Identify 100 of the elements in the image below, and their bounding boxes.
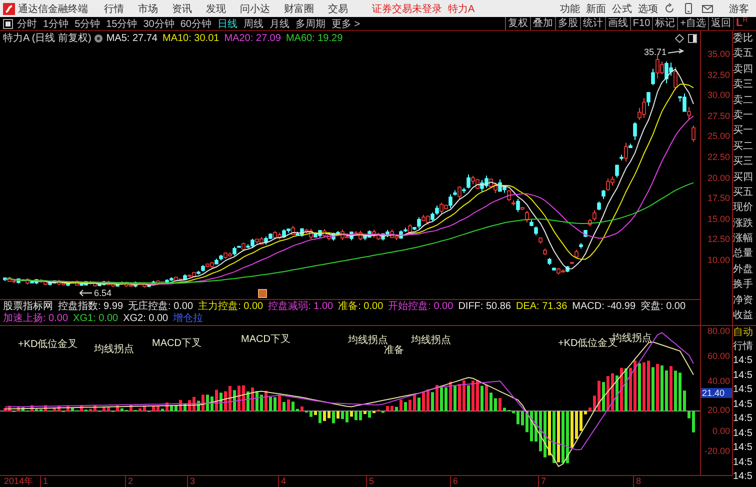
quote-label: 卖五 — [733, 46, 754, 62]
quote-label: 卖三 — [733, 78, 754, 92]
quote-label: 买四 — [733, 170, 754, 185]
indicator-value: 加速上扬: 0.00 — [3, 313, 68, 325]
signal-label: MACD下叉 — [241, 334, 290, 345]
quote-label: 现价 — [733, 201, 754, 216]
price-label: 6.54 — [94, 288, 112, 298]
indicator-value: MACD: -40.99 — [572, 301, 636, 313]
axis-label: -20.00 — [704, 446, 730, 456]
indicator-value: 突盘: 0.00 — [640, 301, 686, 313]
period-tab[interactable]: 1分钟 — [43, 16, 69, 30]
indicator-value: 准备: 0.00 — [338, 301, 384, 313]
menu-item[interactable]: 功能 — [560, 2, 580, 16]
menu-item[interactable]: 财富圈 — [284, 2, 314, 16]
date-label: 1 — [40, 476, 48, 487]
chart-tool-button[interactable]: F10 — [630, 17, 652, 30]
axis-label: 20.00 — [707, 405, 730, 415]
indicator-value: 主力控盘: 0.00 — [198, 301, 264, 313]
chart-tool-button[interactable]: 复权 — [504, 17, 530, 30]
period-tab[interactable]: 周线 — [244, 16, 264, 30]
menu-item[interactable]: 公式 — [612, 2, 632, 16]
login-notice[interactable]: 证券交易未登录 — [372, 2, 442, 16]
axis-label: 20.00 — [707, 172, 730, 183]
indicator-value: 控盘减弱: 1.00 — [268, 301, 334, 313]
menu-item[interactable]: 资讯 — [172, 2, 192, 16]
chart-tool-button[interactable]: 多股 — [554, 17, 580, 30]
date-label: 6 — [450, 476, 458, 487]
indicator-value: 控盘指数: 9.99 — [58, 301, 124, 313]
quote-label: 买三 — [733, 155, 754, 170]
chart-tool-button[interactable]: 统计 — [580, 17, 605, 30]
period-tab[interactable]: 多周期 — [296, 16, 326, 30]
date-label: 7 — [538, 476, 546, 487]
date-label: 2 — [125, 476, 134, 487]
signal-label: 均线拐点 — [411, 335, 451, 346]
period-tab[interactable]: 更多 > — [332, 16, 360, 30]
trade-time: 14:5 — [733, 441, 754, 455]
quote-label: 收益 — [733, 309, 754, 324]
period-tab[interactable]: 分时 — [17, 16, 37, 30]
axis-label: 17.50 — [707, 193, 730, 204]
stock-title: 特力A (日线 前复权) — [3, 32, 92, 45]
period-tab[interactable]: 60分钟 — [180, 16, 212, 30]
moving-average-value: MA20: 27.09 — [224, 32, 281, 44]
period-tab[interactable]: 日线 — [218, 16, 238, 30]
date-label: 3 — [187, 476, 196, 487]
chart-tool-button[interactable]: 标记 — [652, 17, 678, 30]
axis-label: 15.00 — [707, 214, 730, 224]
date-label: 5 — [366, 476, 374, 487]
trade-time: 14:5 — [733, 412, 754, 426]
indicator-value: XG2: 0.00 — [123, 313, 168, 325]
menu-item[interactable]: 行情 — [104, 2, 124, 16]
indicator-value: 开始控盘: 0.00 — [388, 301, 454, 313]
axis-label: 22.50 — [707, 152, 730, 162]
axis-label: 80.00 — [707, 326, 730, 336]
stock-name: 特力A — [448, 2, 475, 16]
trade-time: 14:5 — [733, 398, 754, 412]
quote-label: 委比 — [733, 32, 754, 46]
period-tab[interactable]: 月线 — [270, 16, 290, 30]
axis-label: 60.00 — [707, 351, 730, 361]
signal-label: MACD下叉 — [152, 338, 202, 349]
trade-time: 14:5 — [733, 383, 754, 397]
period-tab[interactable]: 15分钟 — [106, 16, 138, 30]
indicator-value: DEA: 71.36 — [516, 301, 568, 313]
trade-time: 14:5 — [733, 354, 754, 368]
user-name[interactable]: 游客 — [729, 2, 749, 16]
axis-label: 30.00 — [707, 90, 730, 100]
menu-item[interactable]: 市场 — [138, 2, 158, 16]
indicator-value: 增仓拉 — [173, 313, 204, 325]
quote-label: 换手 — [733, 278, 754, 292]
period-tab[interactable]: 5分钟 — [74, 16, 100, 30]
trade-time: 14:5 — [733, 470, 754, 484]
menu-item[interactable]: 选项 — [638, 2, 658, 16]
quote-label: 卖四 — [733, 62, 754, 77]
signal-label: 均线拐点 — [348, 335, 388, 346]
chart-tool-button[interactable]: +自选 — [677, 17, 708, 30]
axis-label: 25.00 — [707, 131, 730, 142]
menu-item[interactable]: 交易 — [328, 2, 348, 16]
period-tab[interactable]: 30分钟 — [143, 16, 174, 30]
app-name: 通达信金融终端 — [18, 2, 88, 16]
chart-tool-button[interactable]: 返回 — [708, 17, 733, 30]
indicator-value: DIFF: 50.86 — [458, 301, 511, 313]
indicator-value: XG1: 0.00 — [73, 313, 118, 325]
menu-item[interactable]: 新面 — [586, 2, 606, 16]
chart-tool-button[interactable]: 画线 — [604, 17, 630, 30]
menu-item[interactable]: 问小达 — [240, 2, 270, 16]
indicator-value: 无庄控盘: 0.00 — [128, 301, 194, 313]
quote-label: 外盘 — [733, 262, 754, 277]
chart-tool-button[interactable]: 叠加 — [530, 17, 555, 30]
moving-average-value: MA60: 19.29 — [286, 32, 343, 44]
quote-label: 卖二 — [733, 94, 754, 108]
trade-time: 14:5 — [733, 368, 754, 382]
mode-label[interactable]: 自动 — [733, 326, 756, 340]
indicator-name: 股票指标网 — [3, 301, 53, 312]
trade-time: 14:5 — [733, 456, 754, 470]
current-value-label: 21.40 — [701, 388, 732, 398]
quote-label: 买五 — [733, 186, 754, 200]
moving-average-value: MA5: 27.74 — [106, 32, 158, 44]
quote-label: 涨跌 — [733, 216, 754, 231]
quote-label: 涨幅 — [733, 232, 754, 246]
date-label: 2014年 — [3, 476, 34, 487]
menu-item[interactable]: 发现 — [206, 2, 226, 16]
